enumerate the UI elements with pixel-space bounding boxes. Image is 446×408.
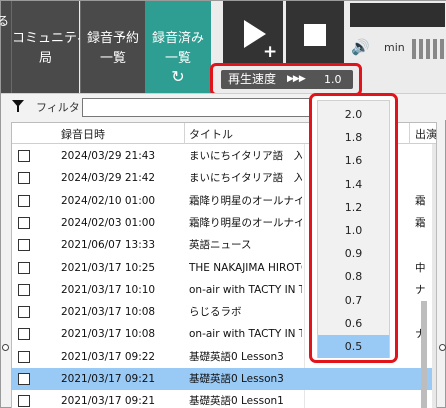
speed-value: 1.0 [324,73,342,86]
speed-option[interactable]: 0.8 [318,265,389,288]
column-separator[interactable] [184,123,185,144]
speed-option[interactable]: 0.6 [318,312,389,335]
filter-input[interactable] [82,98,332,117]
cell-title: 基礎英語0 Lesson3 [189,350,284,363]
cell-recorded-date: 2021/03/17 10:25 [61,261,156,274]
cell-recorded-date: 2024/02/10 01:00 [61,194,156,207]
speed-option[interactable]: 0.9 [318,242,389,265]
row-checkbox[interactable] [18,283,30,296]
row-checkbox[interactable] [18,350,30,363]
speed-option[interactable]: 2.0 [318,103,389,126]
table-row[interactable]: 2021/03/17 09:21 基礎英語0 Lesson3 [12,368,436,390]
filter-label: フィルタ [36,101,80,114]
cell-title: on-air with TACTY IN T [189,283,302,296]
cell-title: 基礎英語0 Lesson1 [189,395,284,408]
scrollbar-track[interactable] [432,144,436,408]
cell-title: on-air with TACTY IN T [189,328,302,341]
cell-recorded-date: 2024/03/29 21:42 [61,172,156,185]
speed-dropdown[interactable]: 2.0 1.8 1.6 1.4 1.2 1.0 0.9 0.8 0.7 0.6 0.5 [317,100,390,358]
tab-label-line2: 一覧 [164,51,191,66]
column-header-date[interactable]: 録音日時 [61,126,105,142]
row-checkbox[interactable] [18,328,30,341]
tab-label-line1: 録音予約 [86,31,139,46]
playback-speed-highlight: 再生速度 ▶▶▶ 1.0 [210,63,362,96]
cell-recorded-date: 2024/03/29 21:43 [61,150,156,162]
row-checkbox[interactable] [18,216,30,229]
column-header-performer[interactable]: 出演 [415,126,436,142]
cell-performer: 霜 [415,216,426,229]
cell-title: らじるラボ [189,306,242,319]
volume-bar[interactable] [433,39,437,59]
row-checkbox[interactable] [18,395,30,408]
cell-recorded-date: 2021/03/17 09:21 [61,395,156,408]
plus-icon: + [263,42,278,62]
speed-dropdown-highlight: 2.0 1.8 1.6 1.4 1.2 1.0 0.9 0.8 0.7 0.6 0.5 [309,93,398,363]
volume-bar[interactable] [412,39,416,59]
speed-option[interactable]: 1.0 [318,219,389,242]
level-meter [350,3,445,27]
row-checkbox[interactable] [18,306,30,319]
cell-performer: ナ [415,283,426,296]
cell-recorded-date: 2021/03/17 09:22 [61,350,156,363]
cell-recorded-date: 2024/02/03 01:00 [61,216,156,229]
volume-bar[interactable] [426,39,430,59]
row-checkbox[interactable] [18,150,30,162]
speaker-icon[interactable]: 🔊 [351,38,370,56]
row-checkbox[interactable] [18,172,30,185]
speed-option[interactable]: 0.7 [318,289,389,312]
tab-truncated[interactable]: る [0,1,11,93]
speed-label: 再生速度 [228,72,277,86]
playback-speed-control[interactable]: 再生速度 ▶▶▶ 1.0 [221,70,353,89]
tab-label-line2: 局 [38,51,52,66]
right-resize-handle[interactable] [439,344,446,351]
toolbar: る コミュニティ 局 録音予約 一覧 録音済み 一覧 ↻ + 🔊 min 再生速… [0,1,446,96]
cell-recorded-date: 2021/03/17 10:08 [61,328,156,341]
speed-option[interactable]: 1.6 [318,149,389,172]
cell-title: THE NAKAJIMA HIROTO [189,261,302,274]
cell-title: 基礎英語0 Lesson3 [189,373,284,385]
cell-title: 霜降り明星のオールナイト [189,216,302,229]
tab-community-station[interactable]: コミュニティ 局 [11,1,90,93]
tab-recording-reservations[interactable]: 録音予約 一覧 [80,1,145,93]
table-row[interactable]: 2021/03/17 09:21 基礎英語0 Lesson1 [12,390,436,408]
stop-icon [304,24,326,46]
cell-performer: 霜 [415,194,426,207]
app-window: る コミュニティ 局 録音予約 一覧 録音済み 一覧 ↻ + 🔊 min 再生速… [0,0,446,408]
cell-performer: 中 [415,261,426,274]
row-checkbox[interactable] [18,239,30,252]
cell-recorded-date: 2021/03/17 10:10 [61,283,156,296]
cell-title: 英語ニュース [189,239,252,252]
scrollbar-thumb[interactable] [421,301,427,408]
refresh-icon[interactable]: ↻ [145,67,211,87]
left-resize-handle[interactable] [2,344,9,351]
cell-recorded-date: 2021/03/17 09:21 [61,373,156,385]
stop-button[interactable] [286,1,344,67]
cell-recorded-date: 2021/06/07 13:33 [61,239,156,252]
volume-bar[interactable] [419,39,423,59]
tab-label-line1: 録音済み [151,31,204,46]
volume-bar[interactable] [440,39,444,59]
filter-icon-stem [17,106,19,112]
cell-title: 霜降り明星のオールナイト [189,194,302,207]
speed-option[interactable]: 0.5 [318,335,389,358]
speed-option[interactable]: 1.2 [318,196,389,219]
cell-title: まいにちイタリア語 入門 [189,150,302,162]
row-checkbox[interactable] [18,373,30,385]
tab-truncated-label: る [0,14,10,28]
column-separator[interactable] [409,123,410,144]
tab-label-line1: コミュニティ [12,31,90,46]
fast-forward-icon: ▶▶▶ [287,74,306,84]
speed-option[interactable]: 1.4 [318,173,389,196]
tab-label-line2: 一覧 [99,51,126,66]
row-checkbox[interactable] [18,261,30,274]
column-header-title[interactable]: タイトル [189,126,233,142]
row-checkbox[interactable] [18,194,30,207]
play-add-button[interactable]: + [223,1,283,67]
cell-title: まいにちイタリア語 入門 [189,172,302,185]
volume-min-label: min [384,41,405,54]
tab-recorded-list[interactable]: 録音済み 一覧 ↻ [145,1,211,93]
cell-recorded-date: 2021/03/17 10:08 [61,306,156,319]
speed-option[interactable]: 1.8 [318,126,389,149]
